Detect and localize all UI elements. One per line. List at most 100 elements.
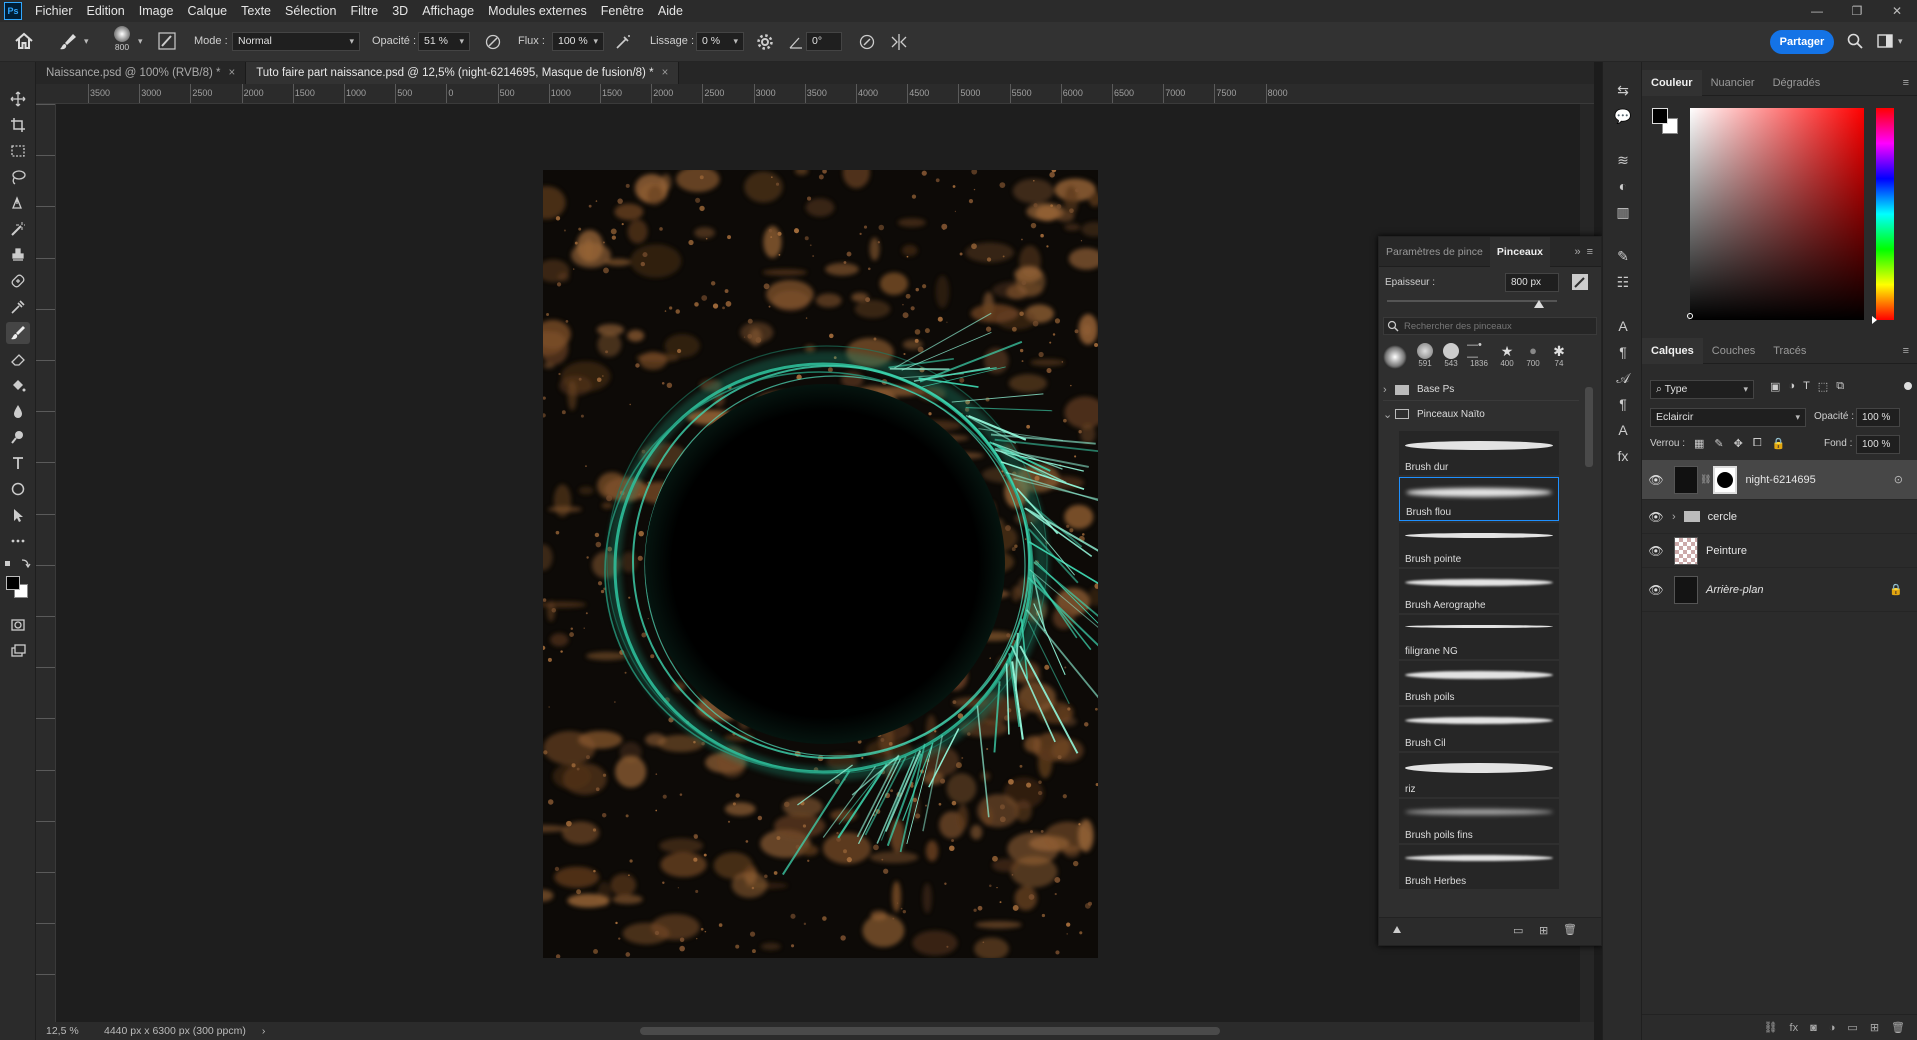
filter-shape-icon[interactable]: ⬚ [1818,380,1828,393]
filter-adjustment-icon[interactable]: ◑ [1788,380,1795,393]
menu-fenetre[interactable]: Fenêtre [594,0,651,22]
tab-brush-settings[interactable]: Paramètres de pince [1379,237,1490,267]
filter-type-icon[interactable]: T [1803,380,1810,393]
filter-smart-object-icon[interactable]: ⧉ [1836,380,1844,393]
brushes-icon[interactable]: ✎ [1613,246,1633,266]
visibility-eye-icon[interactable]: 👁 [1642,510,1670,524]
adjustment-layer-icon[interactable]: ◑ [1829,1022,1836,1034]
share-button[interactable]: Partager [1770,30,1834,54]
chevron-down-icon[interactable]: ▾ [84,36,89,47]
history-icon[interactable]: ⇆ [1613,80,1633,100]
menu-texte[interactable]: Texte [234,0,278,22]
opacity-field[interactable]: 51 % ▾ [418,32,470,51]
menu-3d[interactable]: 3D [385,0,415,22]
menu-fichier[interactable]: Fichier [28,0,80,22]
visibility-eye-icon[interactable]: 👁 [1642,583,1670,597]
character-styles-icon[interactable]: A [1613,420,1633,440]
layer-mask-thumbnail[interactable] [1713,465,1738,494]
brush-item[interactable]: Brush poils [1399,661,1559,705]
search-icon[interactable] [1846,32,1864,50]
blend-mode-select[interactable]: Eclaircir ▾ [1650,408,1806,427]
histogram-icon[interactable]: ▥ [1613,202,1633,222]
collapse-panel-icon[interactable]: » [1574,246,1580,258]
preset-brush[interactable]: ● 700 [1523,343,1543,368]
eraser-tool-icon[interactable] [6,348,30,370]
status-arrow-icon[interactable]: › [262,1025,266,1037]
horizontal-scrollbar[interactable] [640,1027,1220,1035]
restore-button[interactable]: ❐ [1837,0,1877,22]
workspace-icon[interactable] [1876,32,1894,50]
crop-tool-icon[interactable] [6,114,30,136]
gear-icon[interactable] [756,33,774,51]
pen-tool-icon[interactable] [6,192,30,214]
menu-edition[interactable]: Edition [80,0,132,22]
visibility-eye-icon[interactable]: 👁 [1642,544,1670,558]
preset-soft-brush[interactable] [1383,345,1407,369]
filter-toggle[interactable] [1904,382,1912,390]
tab-couches[interactable]: Couches [1703,338,1764,364]
hue-slider-thumb[interactable] [1872,316,1877,324]
paragraph-styles-icon[interactable]: ¶ [1613,394,1633,414]
foreground-color-swatch[interactable] [1652,108,1668,124]
lock-all-icon[interactable]: 🔒 [1772,437,1786,450]
preset-brush[interactable]: 543 [1441,343,1461,368]
home-icon[interactable] [14,32,34,50]
minimize-button[interactable]: — [1797,0,1837,22]
preset-brush[interactable]: —•— 1836 [1467,339,1491,368]
layer-night-6214695[interactable]: 👁 ⛓ night-6214695 ⊙ [1642,460,1917,500]
panel-menu-icon[interactable]: ≡ [1903,345,1909,357]
lock-pixels-icon[interactable]: ✎ [1714,437,1723,450]
brush-search-input[interactable]: Rechercher des pinceaux [1383,317,1597,335]
menu-affichage[interactable]: Affichage [415,0,481,22]
brush-settings-icon[interactable]: ☷ [1613,272,1633,292]
menu-selection[interactable]: Sélection [278,0,343,22]
path-selection-tool-icon[interactable] [6,504,30,526]
brush-item[interactable]: Brush Aerographe [1399,569,1559,613]
folder-icon[interactable]: ▭ [1513,924,1523,937]
chevron-right-icon[interactable]: › [1672,511,1676,523]
brush-group-pinceaux-naito[interactable]: ⌄ Pinceaux Naïto [1383,403,1579,425]
color-swatches[interactable] [4,574,32,602]
pressure-opacity-icon[interactable] [484,33,502,51]
brush-item[interactable]: Brush poils fins [1399,799,1559,843]
link-layers-icon[interactable]: ⛓ [1764,1021,1778,1034]
tab-naissance[interactable]: Naissance.psd @ 100% (RVB/8) * × [36,62,247,84]
marquee-tool-icon[interactable] [6,140,30,162]
brush-item[interactable]: Brush dur [1399,431,1559,475]
add-mask-icon[interactable]: ◙ [1810,1022,1817,1034]
lissage-field[interactable]: 0 % ▾ [696,32,744,51]
paragraph-icon[interactable]: ¶ [1613,342,1633,362]
chain-link-icon[interactable]: ⛓ [1700,474,1711,485]
tab-traces[interactable]: Tracés [1764,338,1815,364]
lock-artboard-icon[interactable]: ⧠ [1753,437,1762,450]
brush-size-input[interactable]: 800 px [1505,273,1559,292]
screen-mode-icon[interactable] [6,640,30,662]
pressure-size-icon[interactable] [858,33,876,51]
fx-icon[interactable]: fx [1613,446,1633,466]
adjustments-icon[interactable]: ≋ [1613,150,1633,170]
layer-cercle[interactable]: 👁 › cercle [1642,500,1917,534]
paint-bucket-tool-icon[interactable] [6,374,30,396]
dodge-tool-icon[interactable] [6,426,30,448]
brush-group-base-ps[interactable]: › Base Ps [1383,379,1579,401]
panel-menu-icon[interactable]: ≡ [1903,77,1909,89]
chevron-down-icon[interactable]: ▾ [1898,36,1903,47]
menu-calque[interactable]: Calque [181,0,235,22]
mode-select[interactable]: Normal ▾ [232,32,360,51]
tab-calques[interactable]: Calques [1642,337,1703,364]
new-group-icon[interactable]: ▭ [1847,1021,1857,1034]
lock-transparent-icon[interactable]: ▦ [1694,437,1704,450]
filter-pixel-icon[interactable]: ▣ [1770,380,1780,393]
fx-icon[interactable]: fx [1790,1022,1799,1034]
menu-image[interactable]: Image [132,0,181,22]
brush-list-scrollbar[interactable] [1585,387,1593,467]
brush-item[interactable]: filigrane NG [1399,615,1559,659]
menu-modules-externes[interactable]: Modules externes [481,0,594,22]
preview-size-slider[interactable] [1393,926,1401,933]
quick-mask-icon[interactable] [6,614,30,636]
tab-brushes[interactable]: Pinceaux [1489,236,1550,267]
new-brush-icon[interactable] [1571,273,1589,291]
visibility-eye-icon[interactable]: 👁 [1642,473,1670,487]
tab-nuancier[interactable]: Nuancier [1702,70,1764,96]
foreground-color-swatch[interactable] [6,576,20,590]
